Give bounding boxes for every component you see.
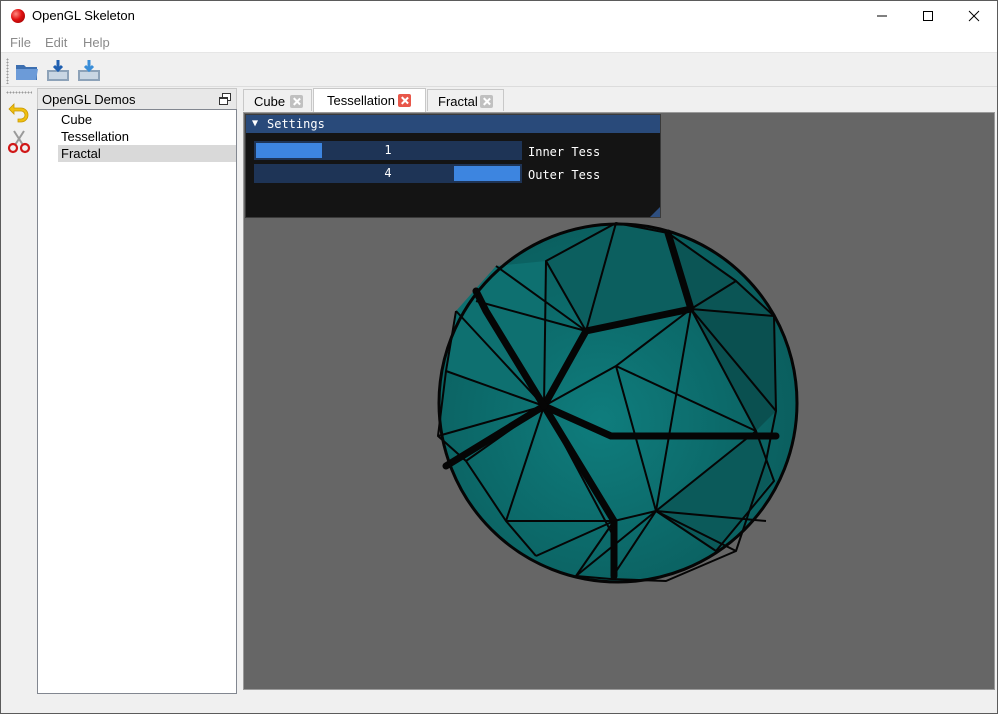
title-bar[interactable]: OpenGL Skeleton (1, 1, 997, 31)
save-icon (47, 60, 69, 81)
minimize-icon (877, 15, 887, 17)
gl-viewport[interactable]: ▼ Settings 1 Inner Tess 4 Outer Tess (243, 112, 995, 690)
tab-tessellation[interactable]: Tessellation (313, 88, 426, 112)
tab-bar: Cube Tessellation Fractal (241, 88, 997, 112)
tab-label: Fractal (438, 94, 478, 109)
settings-title: Settings (267, 117, 325, 131)
cut-button[interactable] (6, 129, 32, 155)
save-as-icon (78, 60, 100, 81)
tab-cube[interactable]: Cube (243, 89, 312, 111)
tab-close-icon[interactable] (398, 94, 411, 107)
menu-help[interactable]: Help (83, 35, 110, 50)
outer-tess-slider[interactable]: 4 (254, 164, 522, 183)
tab-close-icon[interactable] (480, 95, 493, 108)
tab-label: Cube (254, 94, 286, 109)
tab-close-icon[interactable] (290, 95, 303, 108)
settings-title-bar[interactable]: ▼ Settings (246, 115, 660, 133)
menu-bar: File Edit Help (1, 31, 997, 53)
app-logo-icon (11, 9, 25, 23)
undo-icon (8, 103, 29, 123)
list-item-fractal[interactable]: Fractal (58, 145, 236, 162)
open-button[interactable] (13, 57, 41, 85)
app-window: OpenGL Skeleton File Edit Help OpenGL De… (0, 0, 998, 714)
float-dock-icon[interactable] (219, 93, 231, 105)
inner-tess-value: 1 (384, 143, 392, 157)
minimize-button[interactable] (859, 1, 905, 31)
list-item-cube[interactable]: Cube (58, 111, 236, 128)
save-button[interactable] (44, 57, 72, 85)
inner-tess-slider[interactable]: 1 (254, 141, 522, 160)
tab-fractal[interactable]: Fractal (427, 89, 504, 111)
collapse-arrow-icon[interactable]: ▼ (252, 118, 258, 129)
demos-dock: OpenGL Demos Cube Tessellation Fractal (37, 88, 237, 694)
open-folder-icon (16, 65, 38, 80)
outer-tess-label: Outer Tess (528, 168, 601, 182)
menu-file[interactable]: File (10, 35, 31, 50)
maximize-icon (923, 11, 933, 21)
main-toolbar (1, 54, 997, 87)
menu-edit[interactable]: Edit (45, 35, 67, 50)
dock-header[interactable]: OpenGL Demos (37, 88, 237, 109)
maximize-button[interactable] (905, 1, 951, 31)
status-bar (1, 694, 997, 713)
dock-title: OpenGL Demos (42, 92, 136, 107)
resize-grip[interactable] (650, 207, 660, 217)
demos-list: Cube Tessellation Fractal (37, 109, 237, 694)
scissors-icon (7, 130, 31, 154)
side-toolbar (1, 88, 36, 694)
toolbar-grip[interactable] (6, 58, 9, 84)
tessellated-sphere (437, 222, 799, 584)
save-as-button[interactable] (75, 57, 103, 85)
side-toolbar-grip[interactable] (6, 91, 32, 94)
inner-tess-label: Inner Tess (528, 145, 601, 159)
list-item-tessellation[interactable]: Tessellation (58, 128, 236, 145)
close-icon (968, 10, 980, 22)
window-title: OpenGL Skeleton (32, 8, 135, 23)
tab-label: Tessellation (327, 93, 395, 108)
undo-button[interactable] (6, 98, 32, 124)
close-button[interactable] (951, 1, 997, 31)
settings-panel[interactable]: ▼ Settings 1 Inner Tess 4 Outer Tess (245, 114, 661, 218)
outer-tess-value: 4 (384, 166, 392, 180)
